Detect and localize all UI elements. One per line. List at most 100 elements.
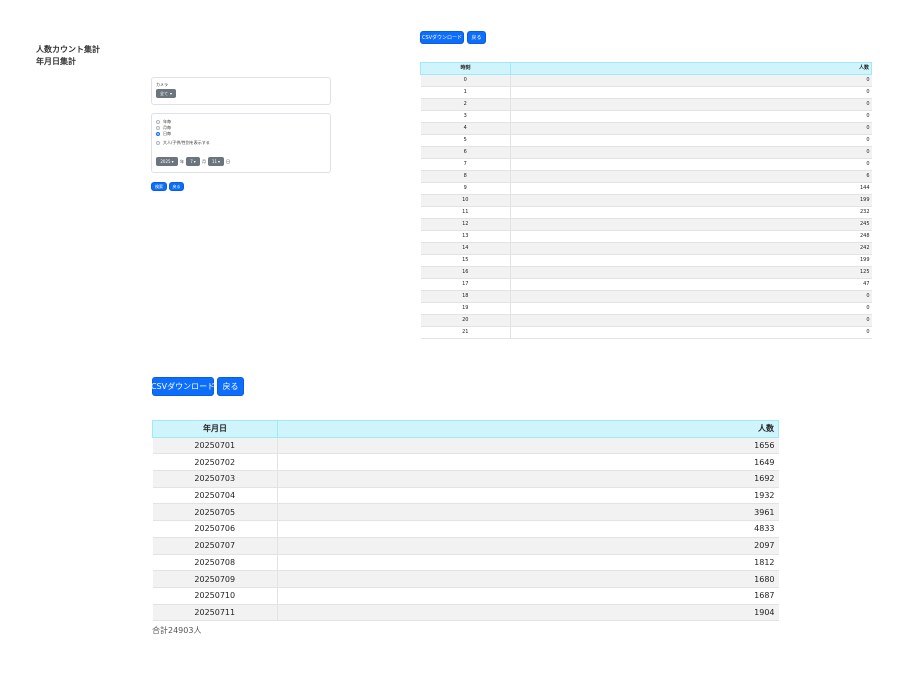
daily-table-row-count: 1680: [277, 570, 779, 588]
radio-daily-button[interactable]: [156, 132, 160, 136]
daily-table-row: 20250709 1680: [152, 570, 779, 588]
daily-table-row-count: 1932: [277, 487, 779, 505]
daily-table-row-count: 1649: [277, 453, 779, 472]
caret-down-icon: ▾: [171, 159, 174, 164]
hourly-table-row-key: 14: [420, 242, 511, 255]
hourly-table-row: 21 0: [420, 326, 872, 339]
hourly-table-row-count: 0: [510, 122, 872, 135]
daily-csv-download-button[interactable]: CSVダウンロード: [151, 377, 215, 396]
month-select[interactable]: 7 ▾: [186, 157, 200, 166]
hourly-table-row: 30: [420, 110, 872, 123]
hourly-table-row-key: 7: [420, 158, 511, 171]
filter-back-button[interactable]: 戻る: [169, 182, 184, 191]
hourly-table-row-count: 232: [510, 206, 872, 219]
hourly-table-row: 15 199: [420, 254, 872, 267]
hourly-table-row: 00: [420, 74, 872, 87]
hourly-table-row-key: 4: [420, 122, 511, 135]
hourly-table-row: 10 199: [420, 194, 872, 207]
hourly-table-row: 14 242: [420, 242, 872, 255]
hourly-table-row-key: 10: [420, 194, 511, 207]
hourly-table-row-count: 47: [510, 278, 872, 291]
hourly-csv-download-button[interactable]: CSVダウンロード: [420, 31, 464, 44]
show-attributes-option[interactable]: 大人/子供/性別を表示する: [156, 140, 210, 145]
hourly-table-row-count: 0: [510, 98, 872, 111]
hourly-table-row: 13 248: [420, 230, 872, 243]
daily-table-row-key: 20250709: [152, 570, 278, 588]
daily-table: 年月日 人数 20250701 1656 20250702 1649 20250703 1…: [152, 420, 779, 622]
hourly-table-row-count: 0: [510, 134, 872, 147]
hourly-table-row-key: 2: [420, 98, 511, 111]
daily-table-row: 20250704 1932: [152, 487, 779, 505]
caret-down-icon: ▾: [169, 91, 172, 96]
hourly-table-row-count: 245: [510, 218, 872, 231]
daily-table-row-count: 1812: [277, 554, 779, 572]
daily-table-row: 20250702 1649: [152, 453, 779, 472]
year-select-value: 2025: [160, 159, 171, 164]
radio-daily[interactable]: 日毎: [156, 131, 171, 136]
hourly-table: 時刻 人数 0 0 1 0 2 0 3 0 4 0 5 0 6 0 7 0 8 6 9 144 10 199 11 232 12…: [420, 62, 872, 339]
daily-table-row-count: 4833: [277, 520, 779, 538]
camera-filter-card: カメラ 全て ▾: [151, 77, 331, 105]
hourly-table-row-key: 8: [420, 170, 511, 183]
hourly-table-row-key: 11: [420, 206, 511, 219]
daily-table-row: 20250711 1904: [152, 604, 779, 622]
daily-table-row: 20250705 3961: [152, 503, 779, 522]
show-attributes-label: 大人/子供/性別を表示する: [163, 140, 210, 145]
hourly-back-button[interactable]: 戻る: [467, 31, 486, 44]
daily-table-row-key: 20250702: [152, 453, 278, 472]
radio-monthly[interactable]: 月毎: [156, 125, 171, 130]
daily-header-date: 年月日: [152, 420, 278, 438]
hourly-table-row-count: 0: [510, 326, 872, 339]
daily-table-row-count: 1687: [277, 587, 779, 605]
hourly-table-row-count: 0: [510, 314, 872, 327]
month-select-value: 7: [190, 159, 193, 164]
hourly-table-row: 60: [420, 146, 872, 159]
hourly-table-row-key: 6: [420, 146, 511, 159]
daily-table-row-count: 3961: [277, 503, 779, 522]
hourly-table-row: 16 125: [420, 266, 872, 279]
daily-table-row-key: 20250708: [152, 554, 278, 572]
radio-yearly-label: 年毎: [163, 119, 171, 124]
hourly-table-row: 18 0: [420, 290, 872, 303]
hourly-table-row-count: 0: [510, 86, 872, 99]
radio-yearly-button[interactable]: [156, 120, 160, 124]
daily-table-row-key: 20250701: [152, 437, 278, 455]
hourly-table-row-key: 18: [420, 290, 511, 303]
period-filter-card: 年毎 月毎 日毎 大人/子供/性別を表示する 2025 ▾ 年 7 ▾ 月 11…: [151, 113, 331, 173]
radio-yearly[interactable]: 年毎: [156, 119, 171, 124]
hourly-table-row-key: 0: [420, 74, 511, 87]
day-select-value: 11: [211, 159, 218, 164]
year-unit: 年: [180, 159, 184, 164]
daily-table-row-count: 1692: [277, 470, 779, 488]
day-select[interactable]: 11 ▾: [208, 157, 224, 166]
daily-back-button[interactable]: 戻る: [217, 377, 244, 396]
camera-select[interactable]: 全て ▾: [156, 89, 176, 98]
daily-table-row: 20250710 1687: [152, 587, 779, 605]
hourly-table-row-key: 19: [420, 302, 511, 315]
daily-table-row-key: 20250705: [152, 503, 278, 522]
daily-total: 合計24903人: [152, 626, 202, 635]
hourly-table-row-count: 6: [510, 170, 872, 183]
hourly-table-row: 70: [420, 158, 872, 171]
daily-table-row-key: 20250706: [152, 520, 278, 538]
hourly-table-row-key: 21: [420, 326, 511, 339]
hourly-table-row-key: 17: [420, 278, 511, 291]
daily-table-row-key: 20250703: [152, 470, 278, 488]
radio-monthly-label: 月毎: [163, 125, 171, 130]
hourly-table-row: 9 144: [420, 182, 872, 195]
hourly-table-row-key: 15: [420, 254, 511, 267]
hourly-table-row: 50: [420, 134, 872, 147]
radio-daily-label: 日毎: [163, 131, 171, 136]
hourly-table-row-key: 1: [420, 86, 511, 99]
daily-table-row: 20250707 2097: [152, 537, 779, 555]
search-button[interactable]: 検索: [151, 182, 167, 191]
hourly-table-row-count: 248: [510, 230, 872, 243]
radio-monthly-button[interactable]: [156, 126, 160, 130]
hourly-table-row-key: 12: [420, 218, 511, 231]
date-selector-row: 2025 ▾ 年 7 ▾ 月 11 ▾ 日: [156, 157, 230, 166]
daily-header-count: 人数: [277, 420, 779, 438]
year-select[interactable]: 2025 ▾: [156, 157, 178, 166]
show-attributes-checkbox[interactable]: [156, 141, 160, 145]
hourly-header-time: 時刻: [420, 62, 511, 75]
daily-table-row-count: 1656: [277, 437, 779, 455]
